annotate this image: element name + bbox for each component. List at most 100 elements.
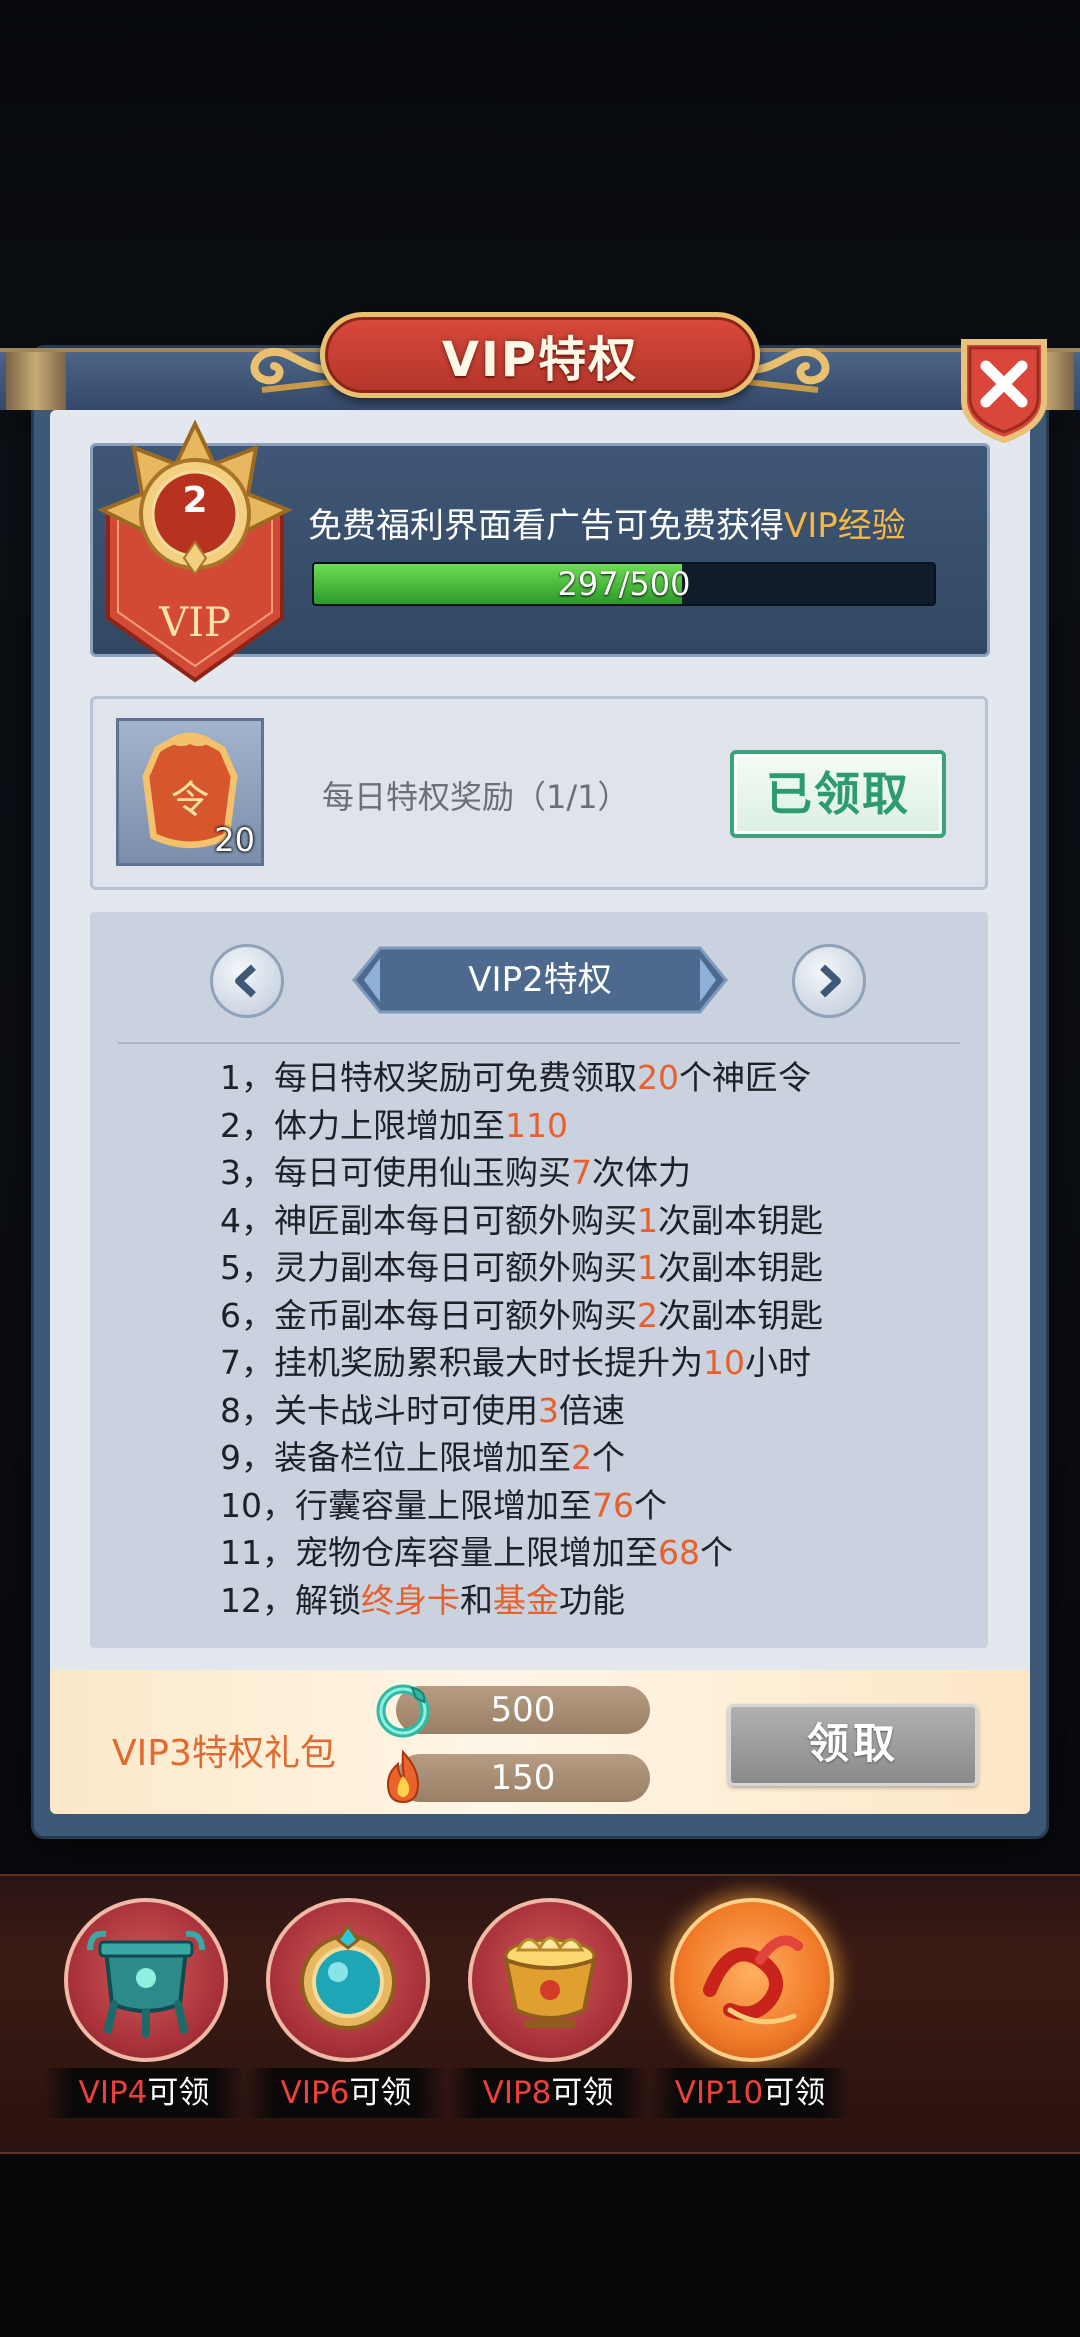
privilege-pre: 每日可使用仙玉购买	[274, 1153, 571, 1192]
privilege-idx: 8，	[220, 1390, 274, 1430]
privilege-num: 7	[571, 1153, 592, 1192]
reward-item-slot[interactable]: 令 20	[116, 718, 264, 866]
privilege-num: 10	[703, 1343, 745, 1382]
milestone-label: VIP4可领	[78, 2075, 210, 2111]
privilege-item: 11，宠物仓库容量上限增加至68个	[220, 1529, 980, 1577]
privilege-post: 次副本钥匙	[658, 1200, 823, 1240]
privilege-post: 次体力	[592, 1153, 691, 1192]
privilege-idx: 2，	[220, 1105, 274, 1145]
privilege-pre: 神匠副本每日可额外购买	[274, 1200, 637, 1240]
privilege-num: 110	[505, 1105, 568, 1145]
privilege-num: 20	[637, 1058, 679, 1097]
claim-gift-button[interactable]: 领取	[728, 1704, 978, 1786]
privilege-pre: 关卡战斗时可使用	[274, 1390, 538, 1430]
milestone-label: VIP6可领	[280, 2075, 412, 2111]
jade-mirror-icon	[300, 1923, 396, 2030]
treasure-bowl-icon	[503, 1936, 597, 2028]
spirit-fire-icon	[386, 1749, 420, 1804]
daily-reward-label: 每日特权奖励（1/1）	[322, 778, 630, 816]
privilege-post: 倍速	[559, 1390, 625, 1430]
privilege-pre: 金币副本每日可额外购买	[274, 1295, 637, 1335]
privilege-mid: 和	[460, 1580, 493, 1620]
privilege-item: 9，装备栏位上限增加至2个	[220, 1434, 980, 1482]
gift-pack-label: VIP3特权礼包	[112, 1724, 336, 1776]
close-button[interactable]	[958, 336, 1050, 444]
privilege-idx: 5，	[220, 1248, 274, 1287]
gift-pack-name: 特权礼包	[191, 1733, 336, 1774]
privilege-list: 1，每日特权奖励可免费领取20个神匠令 2，体力上限增加至110 3，每日可使用仙玉…	[220, 1054, 980, 1624]
privilege-item: 6，金币副本每日可额外购买2次副本钥匙	[220, 1292, 980, 1340]
red-ribbon-icon	[703, 1935, 803, 2025]
privilege-item: 12，解锁终身卡和基金功能	[220, 1577, 980, 1625]
privilege-num: 1	[637, 1248, 658, 1287]
privilege-item: 3，每日可使用仙玉购买7次体力	[220, 1149, 980, 1197]
tier-title: VIP2特权	[468, 960, 612, 1000]
privilege-post: 小时	[745, 1343, 811, 1382]
vip-badge-label: VIP	[159, 600, 231, 646]
privilege-num: 2	[571, 1438, 592, 1477]
reward-item-count: 20	[214, 821, 255, 859]
privilege-item: 5，灵力副本每日可额外购买1次副本钥匙	[220, 1244, 980, 1292]
privilege-idx: 4，	[220, 1200, 274, 1240]
chevron-left-icon	[235, 964, 256, 998]
privilege-pre: 行囊容量上限增加至	[295, 1485, 592, 1525]
privilege-item: 7，挂机奖励累积最大时长提升为10小时	[220, 1339, 980, 1387]
privilege-post: 功能	[559, 1580, 625, 1620]
privilege-item: 4，神匠副本每日可额外购买1次副本钥匙	[220, 1197, 980, 1245]
privilege-item: 1，每日特权奖励可免费领取20个神匠令	[220, 1054, 980, 1102]
milestone-vip4[interactable]: VIP4可领	[44, 1898, 244, 2128]
privilege-num: 3	[538, 1390, 559, 1430]
privilege-post: 个	[592, 1438, 625, 1477]
privilege-pre: 灵力副本每日可额外购买	[274, 1248, 637, 1287]
privilege-idx: 11，	[220, 1533, 295, 1572]
privilege-num: 68	[658, 1533, 700, 1572]
privilege-pre: 宠物仓库容量上限增加至	[295, 1533, 658, 1572]
vip-exp-hint-text: 免费福利界面看广告可免费获得	[308, 506, 784, 546]
privilege-post: 个神匠令	[679, 1058, 811, 1097]
privilege-num: 76	[592, 1485, 634, 1525]
jade-dragon-icon	[376, 1684, 430, 1738]
privilege-pre: 装备栏位上限增加至	[274, 1438, 571, 1477]
privilege-post: 个	[634, 1485, 667, 1525]
prev-tier-button[interactable]	[210, 944, 284, 1018]
privilege-idx: 12，	[220, 1580, 295, 1620]
title-cloud-ornament-left	[250, 347, 332, 393]
milestone-vip6[interactable]: VIP6可领	[246, 1898, 446, 2128]
privilege-post: 次副本钥匙	[658, 1295, 823, 1335]
vip-exp-hint: 免费福利界面看广告可免费获得VIP经验	[308, 498, 988, 547]
milestone-vip8[interactable]: VIP8可领	[448, 1898, 648, 2128]
privilege-post: 个	[700, 1533, 733, 1572]
privilege-idx: 9，	[220, 1438, 274, 1477]
vip-exp-hint-highlight: VIP经验	[784, 506, 906, 546]
privilege-idx: 7，	[220, 1343, 274, 1382]
privilege-post: 次副本钥匙	[658, 1248, 823, 1287]
privilege-idx: 6，	[220, 1295, 274, 1335]
milestone-vip10[interactable]: VIP10可领	[650, 1898, 850, 2128]
privilege-num: 1	[637, 1200, 658, 1240]
privilege-num: 终身卡	[361, 1580, 460, 1620]
privilege-num2: 基金	[493, 1580, 559, 1620]
privilege-pre: 每日特权奖励可免费领取	[274, 1058, 637, 1097]
privilege-pre: 体力上限增加至	[274, 1105, 505, 1145]
vip-exp-progress-bar: 297/500	[312, 562, 936, 606]
milestone-label: VIP8可领	[482, 2075, 614, 2111]
privilege-item: 2，体力上限增加至110	[220, 1102, 980, 1150]
privilege-pre: 解锁	[295, 1580, 361, 1620]
bronze-cauldron-icon	[87, 1930, 205, 2038]
privilege-item: 8，关卡战斗时可使用3倍速	[220, 1387, 980, 1435]
privilege-divider	[118, 1042, 960, 1044]
claimed-button[interactable]: 已领取	[730, 750, 946, 838]
privilege-idx: 1，	[220, 1058, 274, 1097]
privilege-idx: 10，	[220, 1485, 295, 1525]
next-tier-button[interactable]	[792, 944, 866, 1018]
top-bar-cap-left	[6, 352, 66, 410]
vip-level-number: 2	[182, 480, 208, 521]
svg-text:令: 令	[171, 778, 209, 823]
privilege-pre: 挂机奖励累积最大时长提升为	[274, 1343, 703, 1382]
dialog-title-plaque: VIP特权	[320, 312, 760, 398]
privilege-idx: 3，	[220, 1153, 274, 1192]
chevron-right-icon	[820, 964, 841, 998]
dialog-title: VIP特权	[441, 332, 639, 388]
spirit-fire-amount-pill: 150	[396, 1754, 650, 1802]
vip-exp-progress-text: 297/500	[557, 565, 691, 603]
